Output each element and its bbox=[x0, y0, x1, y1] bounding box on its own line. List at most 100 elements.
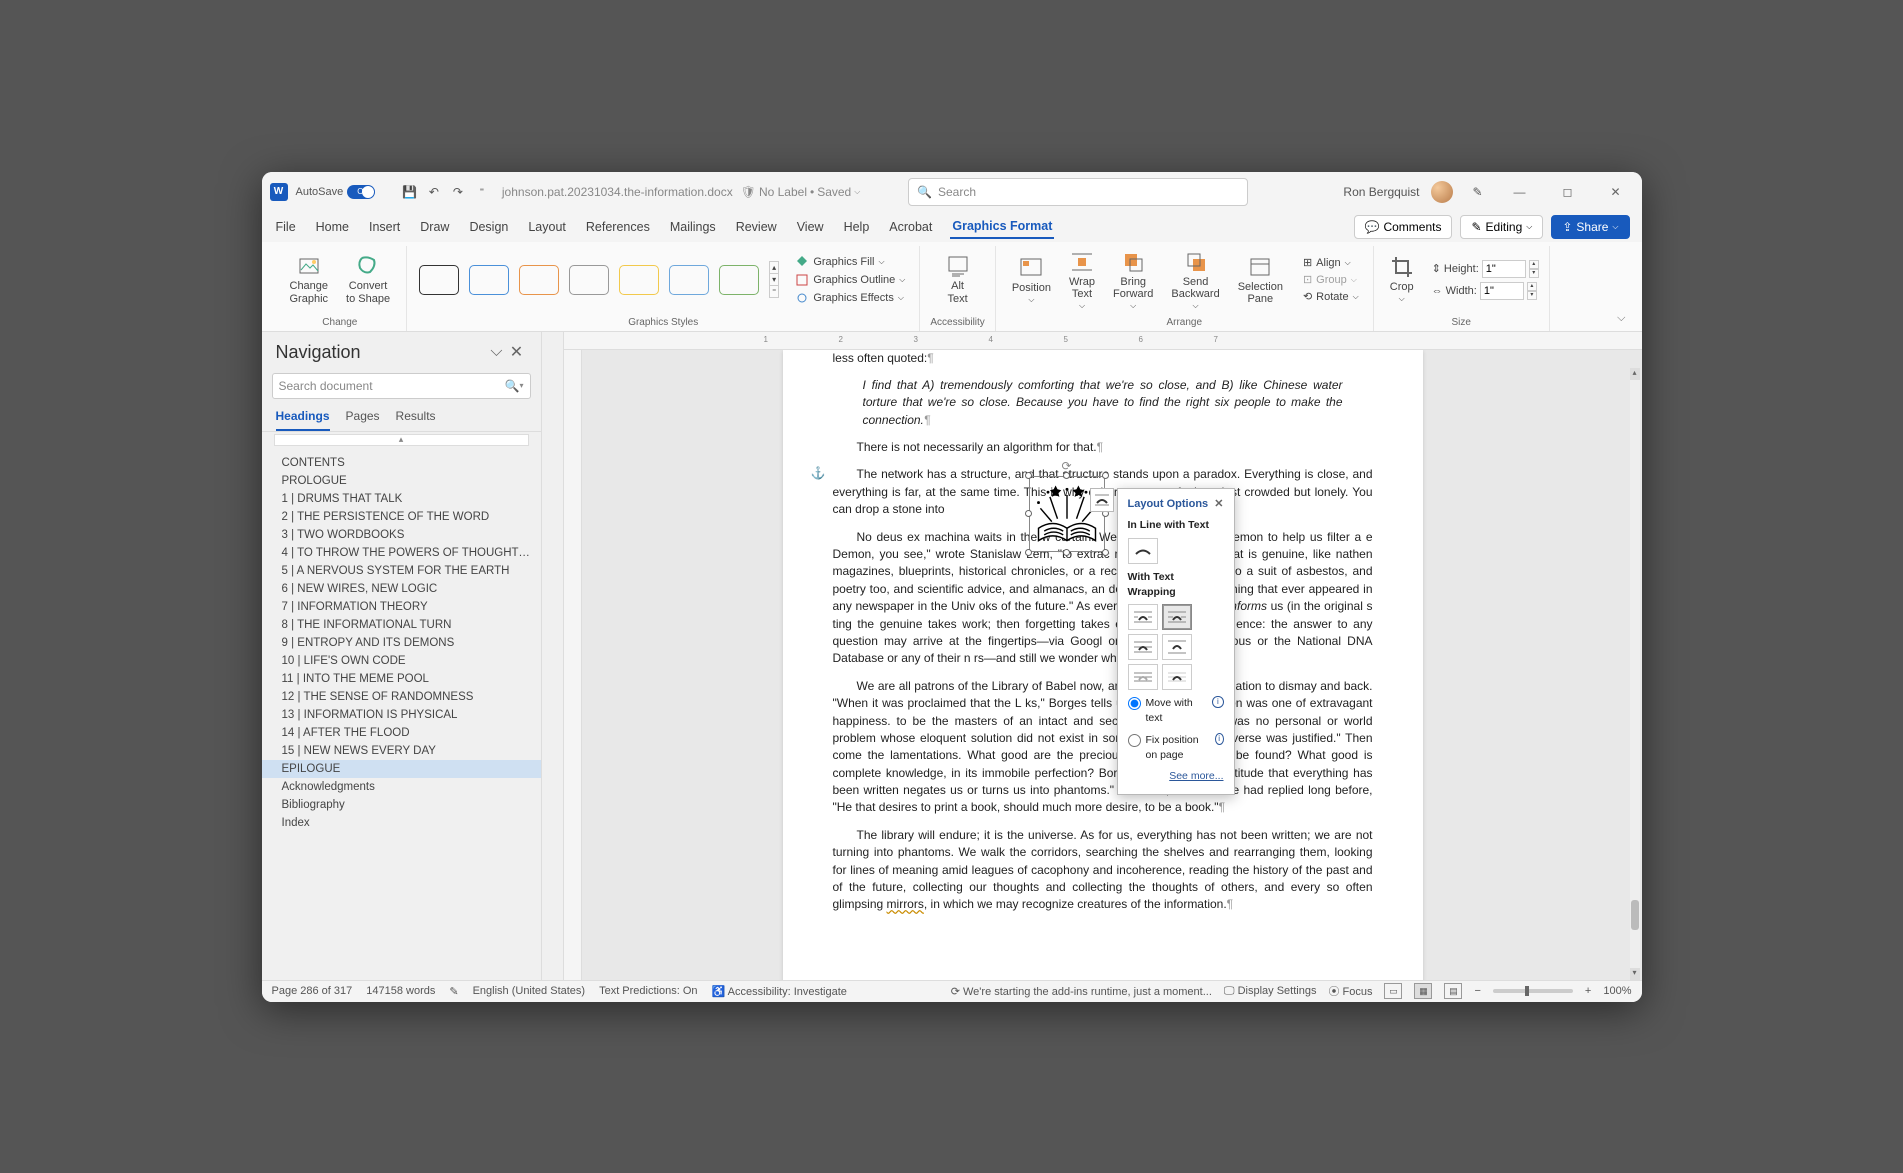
align-button[interactable]: ⊞Align⌵ bbox=[1299, 255, 1363, 270]
nav-item[interactable]: 3 | TWO WORDBOOKS bbox=[262, 526, 541, 544]
tab-layout[interactable]: Layout bbox=[526, 216, 568, 238]
tab-home[interactable]: Home bbox=[314, 216, 351, 238]
nav-search-input[interactable]: Search document 🔍▾ bbox=[272, 373, 531, 399]
zoom-slider[interactable] bbox=[1493, 989, 1573, 993]
tab-draw[interactable]: Draw bbox=[418, 216, 451, 238]
nav-item[interactable]: 10 | LIFE'S OWN CODE bbox=[262, 652, 541, 670]
sensitivity-label[interactable]: 🛡 No Label • Saved ⌵ bbox=[741, 185, 861, 199]
wrap-tight[interactable] bbox=[1162, 604, 1192, 630]
tab-view[interactable]: View bbox=[795, 216, 826, 238]
comments-button[interactable]: 💬Comments bbox=[1354, 215, 1453, 239]
nav-headings-list[interactable]: CONTENTSPROLOGUE1 | DRUMS THAT TALK2 | T… bbox=[262, 448, 541, 980]
style-thumb-4[interactable] bbox=[569, 265, 609, 295]
page[interactable]: less often quoted:¶ I find that A) treme… bbox=[783, 350, 1423, 980]
vertical-scrollbar[interactable]: ▴ ▾ bbox=[1630, 368, 1640, 980]
info-icon[interactable]: i bbox=[1215, 733, 1224, 745]
nav-item[interactable]: 12 | THE SENSE OF RANDOMNESS bbox=[262, 688, 541, 706]
nav-item[interactable]: 7 | INFORMATION THEORY bbox=[262, 598, 541, 616]
fix-position-radio[interactable]: Fix position on page i bbox=[1128, 733, 1224, 763]
move-with-text-radio[interactable]: Move with text i bbox=[1128, 696, 1224, 726]
nav-collapse-button[interactable]: ▴ bbox=[274, 434, 529, 446]
nav-item[interactable]: PROLOGUE bbox=[262, 472, 541, 490]
wrap-behind[interactable] bbox=[1128, 664, 1158, 690]
nav-item[interactable]: 14 | AFTER THE FLOOD bbox=[262, 724, 541, 742]
nav-item[interactable]: CONTENTS bbox=[262, 454, 541, 472]
graphics-fill-button[interactable]: Graphics Fill⌵ bbox=[791, 254, 909, 270]
qat-dropdown-icon[interactable]: ⁼ bbox=[470, 180, 494, 204]
wrap-top-bottom[interactable] bbox=[1162, 634, 1192, 660]
undo-icon[interactable]: ↶ bbox=[422, 180, 446, 204]
tab-review[interactable]: Review bbox=[734, 216, 779, 238]
accessibility-status[interactable]: ♿ Accessibility: Investigate bbox=[712, 985, 847, 998]
text-predictions[interactable]: Text Predictions: On bbox=[599, 985, 697, 997]
width-input[interactable] bbox=[1480, 282, 1524, 300]
word-count[interactable]: 147158 words bbox=[366, 985, 435, 997]
language[interactable]: English (United States) bbox=[473, 985, 586, 997]
minimize-icon[interactable]: — bbox=[1501, 178, 1537, 206]
wrap-square[interactable] bbox=[1128, 604, 1158, 630]
resize-handle[interactable] bbox=[1063, 472, 1070, 479]
wrap-front[interactable] bbox=[1162, 664, 1192, 690]
resize-handle[interactable] bbox=[1063, 549, 1070, 556]
tab-mailings[interactable]: Mailings bbox=[668, 216, 718, 238]
styles-gallery-more[interactable]: ▴ ▾ ⁼ bbox=[769, 261, 779, 298]
nav-item[interactable]: Acknowledgments bbox=[262, 778, 541, 796]
focus-mode[interactable]: ⦿ Focus bbox=[1328, 983, 1372, 999]
layout-options-launcher-icon[interactable] bbox=[1090, 488, 1114, 512]
height-input[interactable] bbox=[1482, 260, 1526, 278]
style-thumb-1[interactable] bbox=[419, 265, 459, 295]
tab-acrobat[interactable]: Acrobat bbox=[887, 216, 934, 238]
user-name[interactable]: Ron Bergquist bbox=[1343, 185, 1419, 199]
horizontal-ruler[interactable]: 1234567 bbox=[564, 332, 1642, 350]
nav-tab-headings[interactable]: Headings bbox=[276, 409, 330, 431]
height-spinner[interactable]: ▴▾ bbox=[1529, 260, 1539, 278]
style-thumb-7[interactable] bbox=[719, 265, 759, 295]
nav-item[interactable]: 6 | NEW WIRES, NEW LOGIC bbox=[262, 580, 541, 598]
change-graphic-button[interactable]: Change Graphic bbox=[284, 250, 335, 308]
tab-insert[interactable]: Insert bbox=[367, 216, 402, 238]
search-box[interactable]: 🔍 Search bbox=[908, 178, 1248, 206]
resize-handle[interactable] bbox=[1025, 549, 1032, 556]
graphics-outline-button[interactable]: Graphics Outline⌵ bbox=[791, 272, 909, 288]
nav-item[interactable]: Index bbox=[262, 814, 541, 832]
wrap-text-button[interactable]: Wrap Text⌵ bbox=[1063, 246, 1101, 315]
display-settings[interactable]: 🖵 Display Settings bbox=[1224, 985, 1317, 998]
selection-pane-button[interactable]: Selection Pane bbox=[1232, 251, 1289, 309]
print-layout-icon[interactable]: ▦ bbox=[1414, 983, 1432, 999]
zoom-in-icon[interactable]: + bbox=[1585, 985, 1591, 997]
nav-item[interactable]: 2 | THE PERSISTENCE OF THE WORD bbox=[262, 508, 541, 526]
editing-button[interactable]: ✎Editing⌵ bbox=[1460, 215, 1543, 239]
group-button[interactable]: ⊡Group⌵ bbox=[1299, 272, 1363, 287]
style-thumb-2[interactable] bbox=[469, 265, 509, 295]
redo-icon[interactable]: ↷ bbox=[446, 180, 470, 204]
height-field[interactable]: ⇕ Height: ▴▾ bbox=[1432, 260, 1539, 278]
send-backward-button[interactable]: Send Backward⌵ bbox=[1165, 246, 1225, 315]
zoom-level[interactable]: 100% bbox=[1603, 985, 1631, 997]
nav-item[interactable]: 8 | THE INFORMATIONAL TURN bbox=[262, 616, 541, 634]
alt-text-button[interactable]: Alt Text bbox=[940, 250, 976, 308]
wrap-through[interactable] bbox=[1128, 634, 1158, 660]
nav-item[interactable]: 5 | A NERVOUS SYSTEM FOR THE EARTH bbox=[262, 562, 541, 580]
nav-item[interactable]: 13 | INFORMATION IS PHYSICAL bbox=[262, 706, 541, 724]
nav-close-icon[interactable]: ✕ bbox=[507, 342, 527, 362]
nav-tab-pages[interactable]: Pages bbox=[346, 409, 380, 431]
save-icon[interactable]: 💾 bbox=[398, 180, 422, 204]
close-icon[interactable]: ✕ bbox=[1597, 178, 1633, 206]
resize-handle[interactable] bbox=[1102, 472, 1109, 479]
object-anchor-icon[interactable]: ⚓ bbox=[811, 465, 826, 482]
nav-item[interactable]: 11 | INTO THE MEME POOL bbox=[262, 670, 541, 688]
bring-forward-button[interactable]: Bring Forward⌵ bbox=[1107, 246, 1159, 315]
width-spinner[interactable]: ▴▾ bbox=[1527, 282, 1537, 300]
autosave-toggle[interactable]: AutoSave On bbox=[296, 185, 390, 199]
nav-dropdown-icon[interactable]: ⌵ bbox=[487, 342, 507, 362]
rotate-button[interactable]: ⟲Rotate⌵ bbox=[1299, 289, 1363, 304]
tab-design[interactable]: Design bbox=[467, 216, 510, 238]
vertical-ruler[interactable] bbox=[564, 350, 582, 980]
collapse-ribbon-icon[interactable]: ⌵ bbox=[1617, 312, 1625, 325]
nav-item[interactable]: 4 | TO THROW THE POWERS OF THOUGHT INTO… bbox=[262, 544, 541, 562]
nav-item[interactable]: EPILOGUE bbox=[262, 760, 541, 778]
maximize-icon[interactable]: ◻ bbox=[1549, 178, 1585, 206]
style-thumb-5[interactable] bbox=[619, 265, 659, 295]
info-icon[interactable]: i bbox=[1212, 696, 1223, 708]
graphics-effects-button[interactable]: Graphics Effects⌵ bbox=[791, 290, 909, 306]
